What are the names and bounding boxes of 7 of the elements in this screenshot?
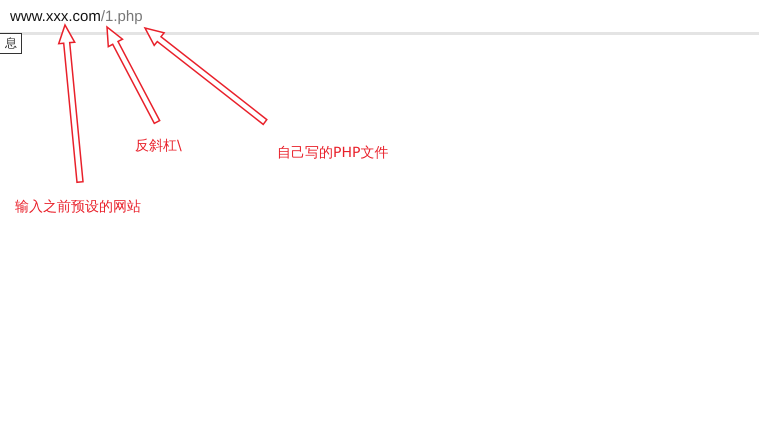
annotation-text: 自己写的PHP文件 — [277, 144, 388, 162]
annotation-text: 输入之前预设的网站 — [15, 198, 141, 216]
url-path: /1.php — [100, 8, 143, 24]
annotation-text: 反斜杠\ — [135, 137, 182, 155]
address-field[interactable]: www.xxx.com/1.php — [10, 8, 143, 24]
url-host: www.xxx.com — [10, 8, 101, 24]
tooltip: 息 — [0, 33, 22, 54]
